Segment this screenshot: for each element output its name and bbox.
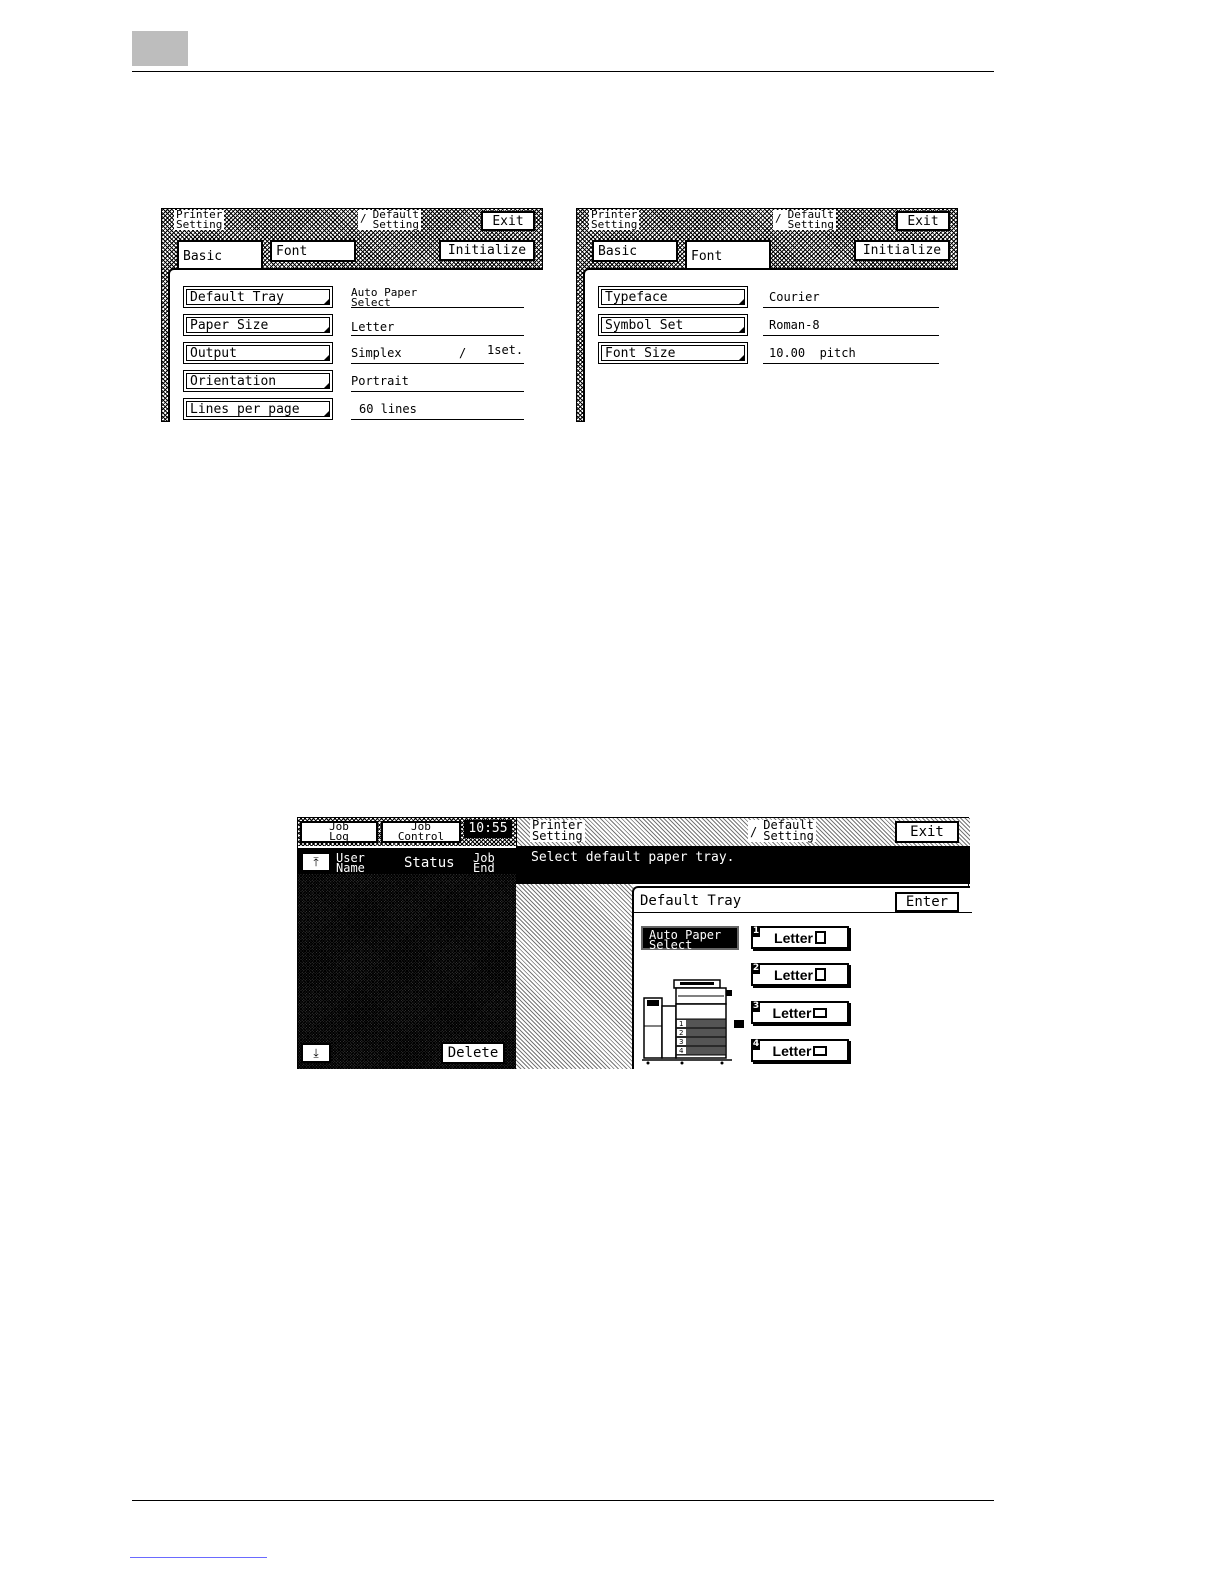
copier-machine-icon: 1 2 3 4 — [642, 976, 747, 1068]
enter-button[interactable]: Enter — [895, 892, 959, 912]
symbol-set-value: Roman-8 — [763, 318, 939, 336]
job-control-button[interactable]: Job Control — [381, 821, 461, 843]
portrait-paper-icon — [814, 931, 826, 944]
tray-1-button[interactable]: 1 Letter — [751, 926, 849, 949]
panel-font-title-right: / Default Setting — [773, 208, 836, 231]
delete-button[interactable]: Delete — [441, 1042, 505, 1064]
landscape-paper-icon — [813, 1045, 828, 1056]
column-status: Status — [404, 855, 455, 871]
svg-text:2: 2 — [679, 1029, 683, 1037]
panel-basic-body: Default Tray Auto Paper Select Paper Siz… — [168, 268, 543, 422]
panel-font: Printer Setting / Default Setting Exit Bas… — [576, 208, 958, 422]
font-size-value: 10.00 pitch — [763, 346, 939, 364]
default-tray-value: Auto Paper Select — [351, 287, 524, 308]
dialog-title: Default Tray — [640, 893, 742, 909]
tray-3-button[interactable]: 3 Letter — [751, 1001, 849, 1024]
svg-text:1: 1 — [679, 1020, 683, 1028]
tray-screen: Job Log Job Control 10:55 Printer Setting /… — [297, 817, 972, 1069]
screen-header-right: / Default Setting — [748, 818, 816, 843]
portrait-paper-icon — [814, 968, 826, 981]
footer-rule — [132, 1500, 994, 1501]
paper-size-button[interactable]: Paper Size — [183, 314, 333, 336]
job-list — [298, 874, 516, 1069]
initialize-button[interactable]: Initialize — [439, 240, 535, 261]
lines-per-page-button[interactable]: Lines per page — [183, 398, 333, 420]
tray-4-button[interactable]: 4 Letter — [751, 1039, 849, 1062]
clock: 10:55 — [464, 820, 512, 838]
message-text: Select default paper tray. — [531, 850, 735, 865]
font-size-button[interactable]: Font Size — [598, 342, 748, 364]
tab-font[interactable]: Font — [270, 240, 356, 262]
chapter-tab — [132, 31, 188, 66]
panel-font-title-left: Printer Setting — [589, 208, 640, 231]
auto-paper-select-button[interactable]: Auto Paper Select — [641, 926, 739, 951]
header-rule — [132, 71, 994, 72]
orientation-button[interactable]: Orientation — [183, 370, 333, 392]
tab-basic[interactable]: Basic — [592, 240, 678, 262]
typeface-button[interactable]: Typeface — [598, 286, 748, 308]
scroll-bottom-icon[interactable]: ⤓ — [301, 1043, 331, 1063]
tray-number: 1 — [752, 926, 760, 937]
scroll-top-icon[interactable]: ⤒ — [301, 852, 331, 872]
message-bar: Select default paper tray. — [516, 846, 970, 884]
exit-button[interactable]: Exit — [896, 211, 950, 231]
job-log-button[interactable]: Job Log — [300, 821, 378, 843]
svg-text:4: 4 — [679, 1047, 684, 1055]
column-user-name: User Name — [336, 851, 365, 875]
orientation-value: Portrait — [351, 374, 524, 392]
lines-per-page-value: 60 lines — [351, 402, 524, 420]
symbol-set-button[interactable]: Symbol Set — [598, 314, 748, 336]
column-job-end: Job End — [473, 851, 495, 875]
initialize-button[interactable]: Initialize — [854, 240, 950, 261]
footer-link-underline — [130, 1557, 267, 1558]
tray-number: 3 — [752, 1001, 760, 1012]
tray-number: 2 — [752, 963, 760, 974]
tab-font[interactable]: Font — [685, 240, 771, 270]
panel-basic: Printer Setting / Default Setting Exit Bas… — [161, 208, 543, 422]
output-value: Simplex / 1set. — [351, 343, 524, 364]
tray-number: 4 — [752, 1039, 760, 1050]
default-tray-dialog: Default Tray Enter Auto Paper Select 1 Le… — [632, 886, 972, 1069]
landscape-paper-icon — [813, 1007, 828, 1018]
exit-button[interactable]: Exit — [481, 211, 535, 231]
panel-basic-title-left: Printer Setting — [174, 208, 225, 231]
default-tray-button[interactable]: Default Tray — [183, 286, 333, 308]
typeface-value: Courier — [763, 290, 939, 308]
panel-basic-title-right: / Default Setting — [358, 208, 421, 231]
tray-2-button[interactable]: 2 Letter — [751, 963, 849, 986]
exit-button[interactable]: Exit — [895, 821, 959, 843]
svg-text:3: 3 — [679, 1038, 683, 1046]
dialog-title-rule — [634, 912, 972, 913]
screen-header-left: Printer Setting — [530, 818, 585, 843]
paper-size-value: Letter — [351, 320, 524, 336]
middle-pane — [516, 884, 633, 1069]
tab-basic[interactable]: Basic — [177, 240, 263, 270]
panel-font-body: Typeface Courier Symbol Set Roman-8 Font… — [583, 268, 958, 422]
output-button[interactable]: Output — [183, 342, 333, 364]
